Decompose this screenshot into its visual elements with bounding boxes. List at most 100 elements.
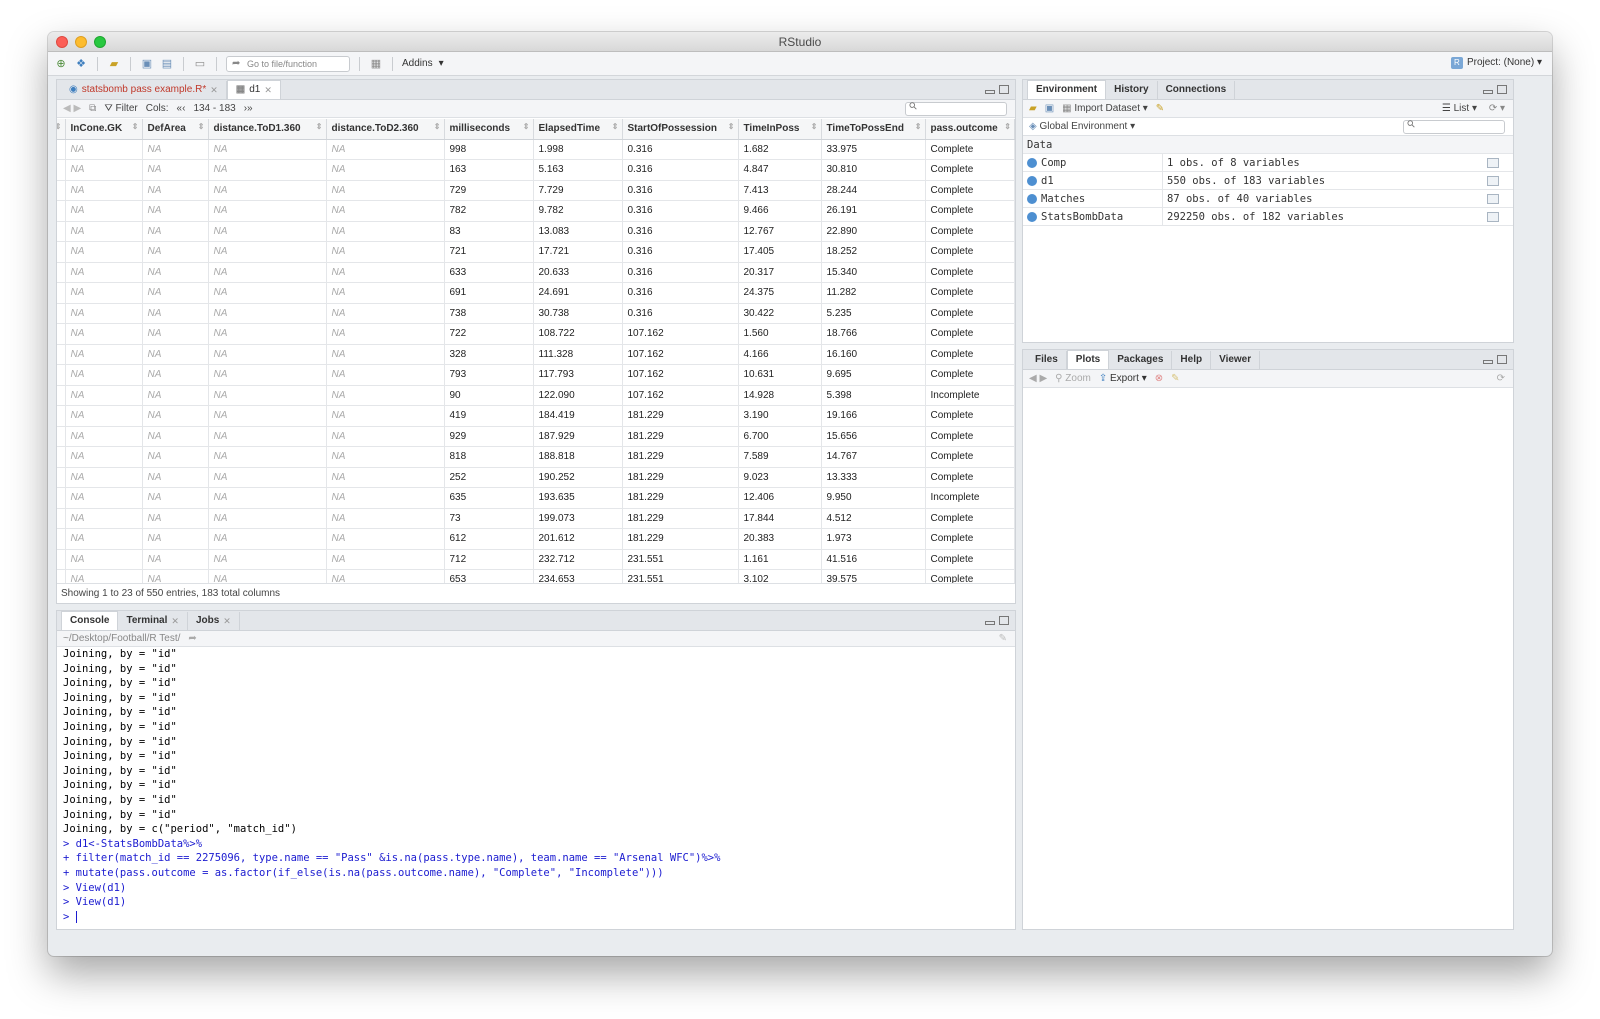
table-cell: 73	[444, 508, 534, 529]
broom-icon[interactable]: ✎	[1156, 103, 1164, 114]
remove-plot-icon[interactable]: ⊗	[1155, 373, 1163, 384]
popout-icon[interactable]: ⧉	[89, 103, 96, 114]
save-icon[interactable]: ▣	[140, 57, 154, 71]
table-cell: 7.413	[738, 180, 822, 201]
table-cell: NA	[65, 385, 143, 406]
clear-console-icon[interactable]: ✎	[999, 633, 1007, 644]
table-cell: 5.398	[821, 385, 926, 406]
expand-arrow-icon[interactable]	[1027, 157, 1037, 168]
column-header[interactable]: distance.ToD2.360	[326, 119, 445, 140]
table-cell: Complete	[925, 569, 1015, 583]
view-table-icon[interactable]	[1487, 193, 1499, 204]
tab-history[interactable]: History	[1106, 81, 1158, 99]
table-cell: 0.316	[622, 221, 739, 242]
refresh-icon[interactable]: ⟳ ▾	[1489, 103, 1505, 114]
global-environment-menu[interactable]: ◈ Global Environment ▾	[1029, 121, 1135, 132]
column-header[interactable]: pass.outcome	[925, 119, 1015, 140]
table-cell: 0.316	[622, 180, 739, 201]
load-workspace-icon[interactable]: ▰	[1029, 103, 1037, 114]
column-header[interactable]: TimeToPossEnd	[821, 119, 926, 140]
link-arrow-icon[interactable]: ➦	[188, 633, 196, 644]
go-to-file-input[interactable]: Go to file/function	[226, 55, 350, 72]
close-icon[interactable]: ✕	[223, 612, 231, 630]
tab-plots[interactable]: Plots	[1066, 350, 1110, 369]
save-all-icon[interactable]: ▤	[160, 57, 174, 71]
table-cell: 1.973	[821, 528, 926, 550]
close-window-button[interactable]	[56, 36, 68, 48]
table-cell: 5.235	[821, 303, 926, 324]
print-icon[interactable]: ▭	[193, 57, 207, 71]
column-header[interactable]: distance.ToD1.360	[208, 119, 327, 140]
data-search-input[interactable]	[905, 102, 1007, 116]
column-header[interactable]: InCone.GK	[65, 119, 143, 140]
addins-menu[interactable]: Addins	[402, 58, 433, 69]
pane-layout-icon[interactable]: ▦	[369, 57, 383, 71]
open-file-icon[interactable]: ▰	[107, 57, 121, 71]
row-number-cell	[57, 569, 66, 583]
tab-terminal[interactable]: Terminal ✕	[118, 612, 188, 630]
save-workspace-icon[interactable]: ▣	[1045, 103, 1054, 114]
tab-help[interactable]: Help	[1172, 351, 1212, 369]
tab-viewer[interactable]: Viewer	[1211, 351, 1261, 369]
view-table-icon[interactable]	[1487, 175, 1499, 186]
view-table-icon[interactable]	[1487, 157, 1499, 168]
plot-back-icon[interactable]: ◀ ▶	[1029, 373, 1047, 384]
zoom-button[interactable]: ⚲ Zoom	[1055, 373, 1091, 384]
list-view-button[interactable]: ☰ List ▾	[1442, 103, 1477, 114]
tab-connections[interactable]: Connections	[1158, 81, 1236, 99]
environment-item[interactable]: StatsBombData 292250 obs. of 182 variable…	[1023, 208, 1513, 226]
environment-search-input[interactable]	[1403, 120, 1505, 134]
column-header[interactable]: TimeInPoss	[738, 119, 822, 140]
data-grid: InCone.GKDefAreadistance.ToD1.360distanc…	[57, 119, 1015, 583]
project-menu[interactable]: R Project: (None) ▾	[1450, 57, 1542, 69]
minimize-window-button[interactable]	[75, 36, 87, 48]
minimize-pane-button[interactable]	[1483, 360, 1493, 364]
column-header[interactable]: ElapsedTime	[533, 119, 623, 140]
tab-script[interactable]: ◉ statsbomb pass example.R* ✕	[61, 81, 227, 99]
column-header[interactable]: milliseconds	[444, 119, 534, 140]
broom-icon[interactable]: ✎	[1171, 373, 1179, 384]
close-icon[interactable]: ✕	[210, 81, 218, 99]
environment-item[interactable]: Matches 87 obs. of 40 variables	[1023, 190, 1513, 208]
maximize-pane-button[interactable]	[999, 616, 1009, 625]
tab-packages[interactable]: Packages	[1109, 351, 1173, 369]
cols-next-button[interactable]: ›»	[244, 103, 253, 114]
tab-console[interactable]: Console	[61, 611, 119, 630]
expand-arrow-icon[interactable]	[1027, 193, 1037, 204]
tab-files[interactable]: Files	[1027, 351, 1067, 369]
expand-arrow-icon[interactable]	[1027, 211, 1037, 222]
maximize-pane-button[interactable]	[999, 85, 1009, 94]
minimize-pane-button[interactable]	[985, 621, 995, 625]
table-cell: 122.090	[533, 385, 623, 406]
maximize-pane-button[interactable]	[1497, 355, 1507, 364]
minimize-pane-button[interactable]	[1483, 90, 1493, 94]
new-project-icon[interactable]: ❖	[74, 57, 88, 71]
back-arrow-icon[interactable]: ◀ ▶	[63, 103, 81, 114]
close-icon[interactable]: ✕	[264, 81, 272, 99]
row-number-cell	[57, 364, 66, 386]
zoom-window-button[interactable]	[94, 36, 106, 48]
column-header[interactable]: DefArea	[142, 119, 209, 140]
tab-d1[interactable]: ▦ d1 ✕	[226, 80, 281, 99]
console-output[interactable]: Joining, by = "id" Joining, by = "id" Join…	[57, 647, 1015, 924]
minimize-pane-button[interactable]	[985, 90, 995, 94]
expand-arrow-icon[interactable]	[1027, 175, 1037, 186]
export-button[interactable]: ⇪ Export ▾	[1099, 373, 1147, 384]
table-cell: NA	[326, 405, 445, 427]
environment-item[interactable]: Comp 1 obs. of 8 variables	[1023, 154, 1513, 172]
console-prompt[interactable]: >	[63, 910, 1015, 925]
cols-prev-button[interactable]: «‹	[177, 103, 186, 114]
tab-environment[interactable]: Environment	[1027, 80, 1107, 99]
column-header[interactable]: StartOfPossession	[622, 119, 739, 140]
close-icon[interactable]: ✕	[171, 612, 179, 630]
view-table-icon[interactable]	[1487, 211, 1499, 222]
environment-item[interactable]: d1 550 obs. of 183 variables	[1023, 172, 1513, 190]
import-dataset-button[interactable]: ▦ Import Dataset ▾	[1062, 103, 1148, 114]
working-directory[interactable]: ~/Desktop/Football/R Test/	[63, 633, 180, 644]
refresh-icon[interactable]: ⟳	[1497, 373, 1505, 384]
table-cell: 0.316	[622, 241, 739, 263]
tab-jobs[interactable]: Jobs ✕	[188, 612, 240, 630]
maximize-pane-button[interactable]	[1497, 85, 1507, 94]
new-file-icon[interactable]: ⊕	[54, 57, 68, 71]
filter-button[interactable]: ⛛ Filter	[104, 103, 137, 114]
